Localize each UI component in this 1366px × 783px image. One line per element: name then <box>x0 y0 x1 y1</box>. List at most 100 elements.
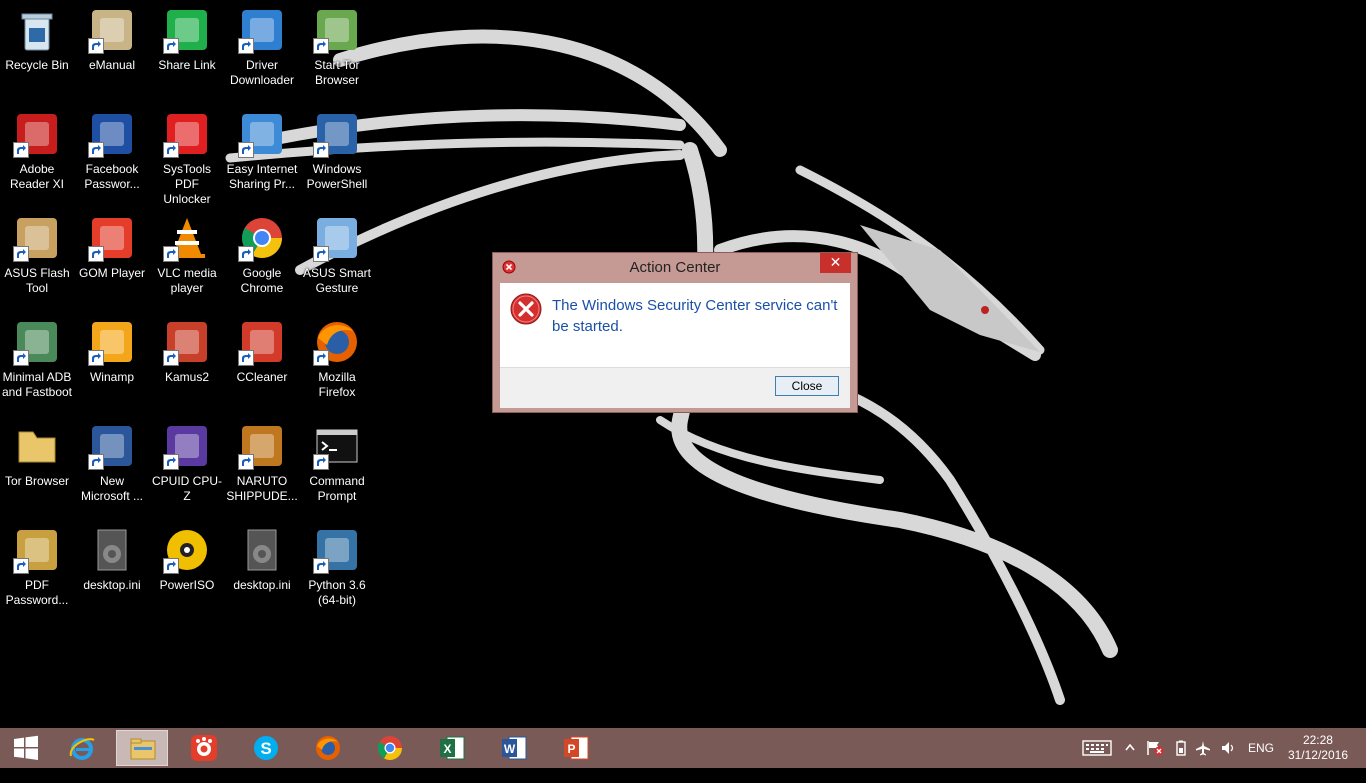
desktop-icon[interactable]: ASUS Flash Tool <box>0 208 74 296</box>
winamp-icon <box>88 318 136 366</box>
shortcut-arrow-icon <box>313 454 329 470</box>
shortcut-arrow-icon <box>163 142 179 158</box>
desktop-icon-label: Minimal ADB and Fastboot <box>1 370 73 399</box>
desktop-icon-label: PowerISO <box>159 578 215 592</box>
action-center-tray[interactable] <box>1146 740 1164 780</box>
taskbar-file-explorer[interactable] <box>116 730 168 766</box>
gom-player-icon <box>191 735 217 761</box>
shortcut-arrow-icon <box>238 38 254 54</box>
desktop-icon-label: Google Chrome <box>240 266 284 295</box>
settings-file-icon <box>238 526 286 574</box>
chrome-icon <box>238 214 286 262</box>
desktop-icon[interactable]: Kamus2 <box>150 312 224 385</box>
desktop-icon[interactable]: New Microsoft ... <box>75 416 149 504</box>
svg-text:P: P <box>567 742 575 756</box>
desktop-icon[interactable]: Google Chrome <box>225 208 299 296</box>
desktop-icon[interactable]: Mozilla Firefox <box>300 312 374 400</box>
taskbar-internet-explorer[interactable] <box>56 730 108 766</box>
taskbar-firefox[interactable] <box>302 730 354 766</box>
volume-tray[interactable] <box>1220 740 1236 780</box>
driver-downloader-icon <box>238 6 286 54</box>
taskbar-chrome[interactable] <box>364 730 416 766</box>
word-document-icon <box>88 422 136 470</box>
airplane-icon <box>1196 741 1210 756</box>
start-button[interactable] <box>0 730 52 766</box>
python-icon <box>313 526 361 574</box>
settings-file-icon <box>88 526 136 574</box>
kamus2-icon <box>163 318 211 366</box>
dialog-footer: Close <box>500 367 850 408</box>
desktop-icon[interactable]: SysTools PDF Unlocker <box>150 104 224 207</box>
desktop-icon-label: ASUS Smart Gesture <box>302 266 371 295</box>
desktop-icon[interactable]: Start Tor Browser <box>300 0 374 88</box>
systools-pdf-unlocker-icon <box>163 110 211 158</box>
desktop-icon[interactable]: Windows PowerShell <box>300 104 374 192</box>
desktop-icon[interactable]: CPUID CPU-Z <box>150 416 224 504</box>
desktop-icon[interactable]: Python 3.6 (64-bit) <box>300 520 374 608</box>
desktop-icon[interactable]: Easy Internet Sharing Pr... <box>225 104 299 192</box>
powerpoint-icon: P <box>564 736 589 760</box>
dialog-body: The Windows Security Center service can'… <box>500 283 850 367</box>
taskbar-skype[interactable]: S <box>240 730 292 766</box>
desktop-icon[interactable]: desktop.ini <box>225 520 299 593</box>
desktop-icon[interactable]: Driver Downloader <box>225 0 299 88</box>
desktop-icon-label: Winamp <box>89 370 134 384</box>
taskbar-word[interactable]: W <box>488 730 540 766</box>
shortcut-arrow-icon <box>88 246 104 262</box>
asus-smart-gesture-icon <box>313 214 361 262</box>
skype-icon: S <box>254 736 278 760</box>
keyboard-icon <box>1082 740 1112 756</box>
error-message: The Windows Security Center service can'… <box>552 297 838 335</box>
desktop-icon-label: desktop.ini <box>233 578 291 592</box>
show-hidden-icons-button[interactable] <box>1125 743 1135 783</box>
desktop-icon[interactable]: Winamp <box>75 312 149 385</box>
desktop-icon[interactable]: Command Prompt <box>300 416 374 504</box>
desktop-icon-label: Tor Browser <box>4 474 69 488</box>
firefox-icon <box>313 318 361 366</box>
close-button[interactable]: Close <box>775 376 839 396</box>
shortcut-arrow-icon <box>238 142 254 158</box>
dialog-title: Action Center <box>629 259 721 276</box>
desktop-icon[interactable]: Facebook Passwor... <box>75 104 149 192</box>
desktop-icon[interactable]: PowerISO <box>150 520 224 593</box>
airplane-mode-tray[interactable] <box>1195 740 1211 780</box>
svg-text:W: W <box>504 742 516 756</box>
shortcut-arrow-icon <box>163 246 179 262</box>
desktop-icon[interactable]: eManual <box>75 0 149 73</box>
desktop-icon[interactable]: GOM Player <box>75 208 149 281</box>
asus-flash-tool-icon <box>13 214 61 262</box>
desktop-icon-label: SysTools PDF Unlocker <box>162 162 212 206</box>
desktop-icon[interactable]: Recycle Bin <box>0 0 74 73</box>
desktop-icon-label: ASUS Flash Tool <box>4 266 70 295</box>
file-explorer-icon <box>130 738 156 760</box>
desktop-icon[interactable]: Adobe Reader XI <box>0 104 74 192</box>
taskbar-powerpoint[interactable]: P <box>550 730 602 766</box>
desktop-icon-label: Easy Internet Sharing Pr... <box>226 162 298 191</box>
desktop-icon[interactable]: VLC media player <box>150 208 224 296</box>
taskbar-excel[interactable]: X <box>426 730 478 766</box>
desktop-icon-label: Share Link <box>158 58 216 72</box>
adobe-reader-icon <box>13 110 61 158</box>
desktop-icon-label: Mozilla Firefox <box>318 370 356 399</box>
desktop-icon[interactable]: Tor Browser <box>0 416 74 489</box>
desktop-icon[interactable]: desktop.ini <box>75 520 149 593</box>
desktop-icon[interactable]: PDF Password... <box>0 520 74 608</box>
dialog-titlebar[interactable]: Action Center ✕ <box>493 253 857 281</box>
shortcut-arrow-icon <box>88 38 104 54</box>
taskbar-gom-player[interactable] <box>178 730 230 766</box>
desktop-icon[interactable]: ASUS Smart Gesture <box>300 208 374 296</box>
clock[interactable]: 22:28 31/12/2016 <box>1288 733 1348 773</box>
shortcut-arrow-icon <box>163 350 179 366</box>
desktop-icon[interactable]: CCleaner <box>225 312 299 385</box>
desktop-icon[interactable]: Minimal ADB and Fastboot <box>0 312 74 400</box>
taskbar: S X W P ENG 22:28 31/12/2016 <box>0 728 1366 768</box>
desktop-icon[interactable]: Share Link <box>150 0 224 73</box>
input-language[interactable]: ENG <box>1248 741 1274 781</box>
desktop-icon[interactable]: NARUTO SHIPPUDE... <box>225 416 299 504</box>
shortcut-arrow-icon <box>13 142 29 158</box>
touch-keyboard-button[interactable] <box>1082 740 1112 780</box>
svg-text:S: S <box>260 739 271 758</box>
battery-tray[interactable] <box>1175 740 1187 780</box>
dialog-close-x-button[interactable]: ✕ <box>820 253 851 273</box>
desktop-icon-label: New Microsoft ... <box>80 474 143 503</box>
